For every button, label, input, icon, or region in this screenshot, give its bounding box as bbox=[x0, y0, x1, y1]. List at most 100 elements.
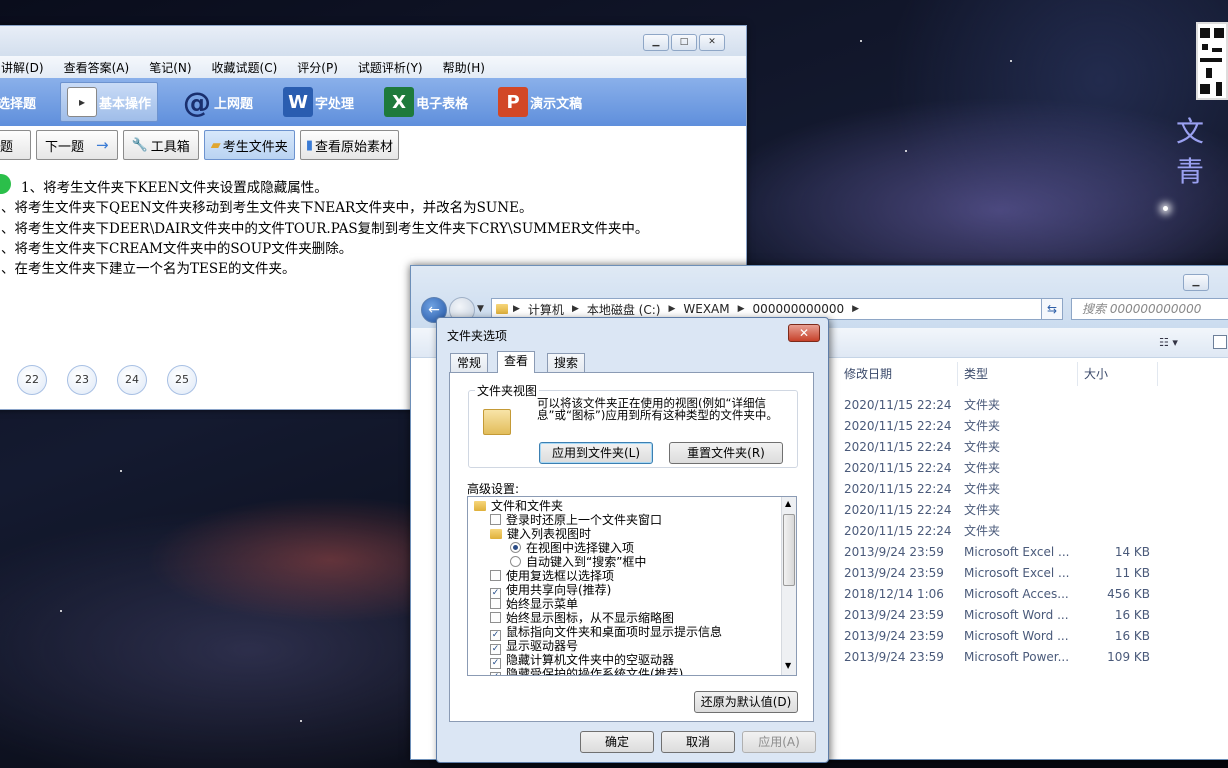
search-input[interactable]: 搜索 000000000000 bbox=[1071, 298, 1228, 320]
reset-folders-button[interactable]: 重置文件夹(R) bbox=[669, 442, 783, 464]
file-row[interactable]: 2020/11/15 22:24 文件夹 bbox=[844, 479, 1228, 500]
file-type: 文件夹 bbox=[964, 482, 1001, 496]
scroll-thumb[interactable] bbox=[783, 514, 795, 586]
menu-item-view-answer[interactable]: 查看答案(A) bbox=[64, 59, 130, 76]
tab-view[interactable]: 查看 bbox=[497, 351, 536, 373]
tab-word[interactable]: W 字处理 bbox=[277, 82, 360, 122]
file-row[interactable]: 2013/9/24 23:59 Microsoft Word ... 16 KB bbox=[844, 605, 1228, 626]
settings-label: 隐藏计算机文件夹中的空驱动器 bbox=[506, 653, 675, 667]
settings-radio[interactable]: 在视图中选择键入项 bbox=[510, 542, 634, 555]
settings-label: 始终显示菜单 bbox=[506, 597, 579, 611]
view-original-button[interactable]: ▮ 查看原始素材 bbox=[299, 130, 399, 160]
file-row[interactable]: 2013/9/24 23:59 Microsoft Excel ... 14 KB bbox=[844, 542, 1228, 563]
tab-powerpoint[interactable]: P 演示文稿 bbox=[492, 82, 588, 122]
question-line: 、将考生文件夹下DEER\DAIR文件夹中的文件TOUR.PAS复制到考生文件夹… bbox=[1, 220, 649, 237]
page-button[interactable]: 23 bbox=[67, 365, 97, 395]
file-type: 文件夹 bbox=[964, 419, 1001, 433]
breadcrumb-wexam[interactable]: WEXAM bbox=[683, 302, 729, 316]
refresh-icon[interactable]: ⇆ bbox=[1041, 298, 1063, 320]
prev-question-button[interactable]: 题 bbox=[0, 130, 31, 160]
tab-excel[interactable]: X 电子表格 bbox=[378, 82, 474, 122]
breadcrumb-local-disk[interactable]: 本地磁盘 (C:) bbox=[587, 301, 661, 318]
tab-choice[interactable]: 选择题 bbox=[0, 82, 42, 122]
settings-checkbox[interactable]: 始终显示图标，从不显示缩略图 bbox=[490, 612, 674, 625]
file-date: 2018/12/14 1:06 bbox=[844, 587, 944, 601]
scroll-up-icon[interactable]: ▲ bbox=[785, 499, 791, 508]
file-size: 16 KB bbox=[1114, 608, 1150, 622]
file-type: Microsoft Power... bbox=[964, 650, 1070, 664]
page-button[interactable]: 22 bbox=[17, 365, 47, 395]
menu-item-notes[interactable]: 笔记(N) bbox=[149, 59, 191, 76]
settings-label: 自动键入到“搜索”框中 bbox=[526, 555, 647, 569]
restore-defaults-button[interactable]: 还原为默认值(D) bbox=[694, 691, 798, 713]
checkbox-icon[interactable] bbox=[490, 570, 501, 581]
file-row[interactable]: 2020/11/15 22:24 文件夹 bbox=[844, 395, 1228, 416]
column-header-type[interactable]: 类型 bbox=[958, 362, 1078, 386]
menu-item-help[interactable]: 帮助(H) bbox=[443, 59, 485, 76]
tab-internet[interactable]: @ 上网题 bbox=[176, 82, 259, 122]
recent-pages-chevron-icon[interactable]: ▼ bbox=[477, 304, 484, 314]
column-header-date[interactable]: 修改日期 bbox=[838, 362, 958, 386]
radio-icon[interactable] bbox=[510, 542, 521, 553]
wrench-icon: 🔧 bbox=[131, 137, 148, 153]
apply-to-folders-button[interactable]: 应用到文件夹(L) bbox=[539, 442, 653, 464]
minimize-button[interactable]: ▁ bbox=[643, 34, 669, 51]
menu-item-favorite[interactable]: 收藏试题(C) bbox=[212, 59, 278, 76]
file-row[interactable]: 2020/11/15 22:24 文件夹 bbox=[844, 416, 1228, 437]
radio-icon[interactable] bbox=[510, 556, 521, 567]
folder-icon bbox=[496, 304, 508, 314]
minimize-button[interactable]: ▁ bbox=[1183, 274, 1209, 291]
tab-search[interactable]: 搜索 bbox=[547, 353, 586, 373]
menu-item-score[interactable]: 评分(P) bbox=[297, 59, 338, 76]
file-row[interactable]: 2020/11/15 22:24 文件夹 bbox=[844, 458, 1228, 479]
view-options-icon[interactable]: ☷ ▾ bbox=[1159, 336, 1178, 349]
folder-icon bbox=[490, 529, 502, 539]
preview-pane-icon[interactable] bbox=[1213, 335, 1227, 349]
settings-checkbox[interactable]: 登录时还原上一个文件夹窗口 bbox=[490, 514, 662, 527]
breadcrumb-current-folder[interactable]: 000000000000 bbox=[753, 302, 845, 316]
file-row[interactable]: 2013/9/24 23:59 Microsoft Word ... 16 KB bbox=[844, 626, 1228, 647]
file-type: Microsoft Acces... bbox=[964, 587, 1069, 601]
close-icon[interactable]: ✕ bbox=[788, 324, 820, 342]
apply-button[interactable]: 应用(A) bbox=[742, 731, 816, 753]
toolbox-button[interactable]: 🔧 工具箱 bbox=[122, 130, 199, 160]
breadcrumb-computer[interactable]: 计算机 bbox=[528, 301, 564, 318]
question-pager: 22 23 24 25 bbox=[17, 365, 197, 395]
checkbox-icon[interactable] bbox=[490, 612, 501, 623]
settings-checkbox[interactable]: ✓ 隐藏受保护的操作系统文件(推荐) bbox=[490, 668, 683, 675]
folder-icon: ▰ bbox=[210, 137, 221, 153]
tab-general[interactable]: 常规 bbox=[450, 353, 489, 373]
column-header-size[interactable]: 大小 bbox=[1078, 362, 1158, 386]
folder-view-icon bbox=[483, 409, 511, 435]
menu-item-analysis[interactable]: 试题评析(Y) bbox=[358, 59, 423, 76]
settings-label: 键入列表视图时 bbox=[507, 527, 592, 541]
scrollbar[interactable]: ▲ ▼ bbox=[781, 497, 796, 675]
file-row[interactable]: 2020/11/15 22:24 文件夹 bbox=[844, 521, 1228, 542]
cancel-button[interactable]: 取消 bbox=[661, 731, 735, 753]
checkbox-icon[interactable] bbox=[490, 514, 501, 525]
scroll-down-icon[interactable]: ▼ bbox=[785, 661, 791, 670]
settings-radio[interactable]: 自动键入到“搜索”框中 bbox=[510, 556, 646, 569]
student-folder-button[interactable]: ▰ 考生文件夹 bbox=[203, 130, 295, 160]
settings-checkbox[interactable]: 使用复选框以选择项 bbox=[490, 570, 614, 583]
page-button[interactable]: 25 bbox=[167, 365, 197, 395]
ok-button[interactable]: 确定 bbox=[580, 731, 654, 753]
maximize-button[interactable]: □ bbox=[671, 34, 697, 51]
file-date: 2020/11/15 22:24 bbox=[844, 419, 952, 433]
file-row[interactable]: 2020/11/15 22:24 文件夹 bbox=[844, 500, 1228, 521]
close-button[interactable]: ✕ bbox=[699, 34, 725, 51]
tab-basic-operation[interactable]: ▸ 基本操作 bbox=[60, 82, 159, 122]
page-button[interactable]: 24 bbox=[117, 365, 147, 395]
student-folder-label: 考生文件夹 bbox=[222, 139, 288, 155]
file-row[interactable]: 2013/9/24 23:59 Microsoft Excel ... 11 KB bbox=[844, 563, 1228, 584]
checkbox-icon[interactable] bbox=[490, 598, 501, 609]
file-row[interactable]: 2018/12/14 1:06 Microsoft Acces... 456 KB bbox=[844, 584, 1228, 605]
file-row[interactable]: 2020/11/15 22:24 文件夹 bbox=[844, 437, 1228, 458]
file-date: 2020/11/15 22:24 bbox=[844, 398, 952, 412]
checkbox-checked-icon[interactable]: ✓ bbox=[490, 672, 501, 675]
menu-item-explain[interactable]: 讲解(D) bbox=[1, 59, 44, 76]
exam-tabbar: 选择题 ▸ 基本操作 @ 上网题 W 字处理 X 电子表格 P 演示文稿 bbox=[0, 78, 746, 126]
settings-checkbox[interactable]: 始终显示菜单 bbox=[490, 598, 578, 611]
file-row[interactable]: 2013/9/24 23:59 Microsoft Power... 109 KB bbox=[844, 647, 1228, 668]
next-question-button[interactable]: 下一题 → bbox=[36, 130, 118, 160]
